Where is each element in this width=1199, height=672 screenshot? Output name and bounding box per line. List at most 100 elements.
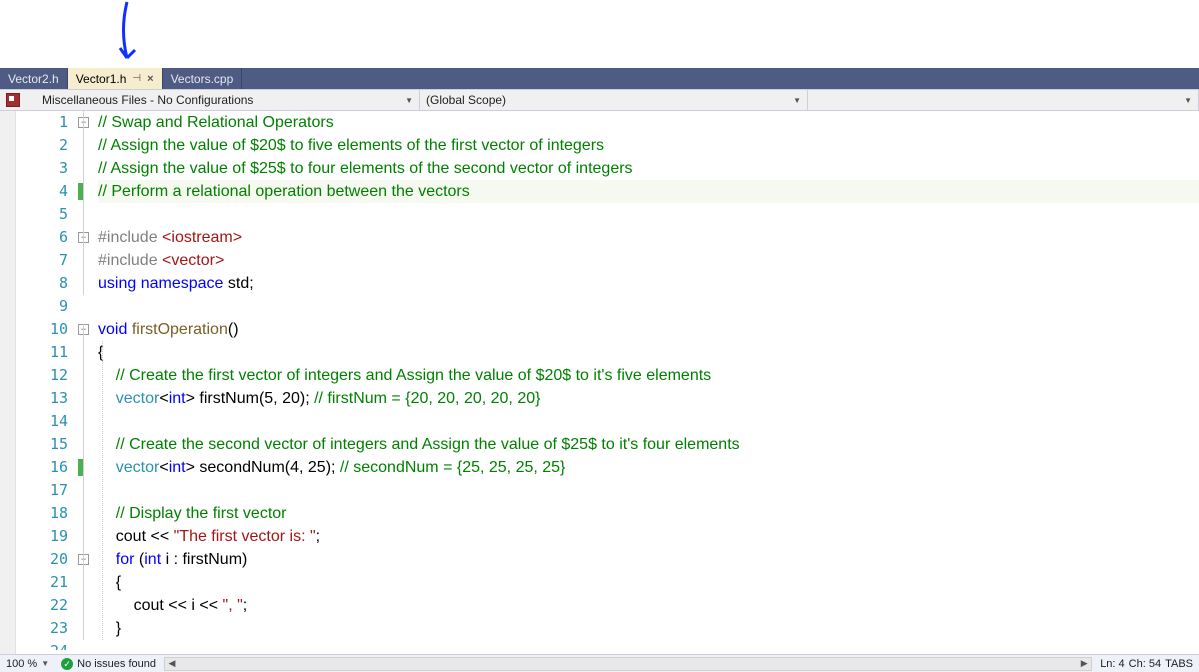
issues-status[interactable]: ✓ No issues found [55, 658, 162, 670]
code-line[interactable]: cout << "The first vector is: "; [98, 525, 1199, 548]
horizontal-scrollbar[interactable]: ◀ ▶ [164, 657, 1092, 671]
tab-Vectors-cpp[interactable]: Vectors.cpp [163, 68, 243, 89]
code-token: // Swap and Relational Operators [98, 114, 334, 131]
line-number: 21 [16, 571, 68, 594]
annotation-arrow [105, 0, 145, 68]
code-line[interactable]: // Swap and Relational Operators [98, 111, 1199, 134]
line-number: 23 [16, 617, 68, 640]
code-line[interactable]: { [98, 341, 1199, 364]
code-line[interactable]: vector<int> secondNum(4, 25); // secondN… [98, 456, 1199, 479]
line-number: 1 [16, 111, 68, 134]
code-token: <vector> [162, 252, 224, 269]
code-token: namespace [141, 275, 224, 292]
tab-label: Vector1.h [76, 72, 127, 86]
code-token: ", " [223, 597, 243, 614]
code-line[interactable]: // Display the first vector [98, 502, 1199, 525]
code-token: // Create the second vector of integers … [116, 436, 740, 453]
code-line[interactable] [98, 479, 1199, 502]
line-number: 15 [16, 433, 68, 456]
code-token: // secondNum = {25, 25, 25, 25} [340, 459, 566, 476]
scope-dropdown[interactable]: Miscellaneous Files - No Configurations … [0, 90, 420, 110]
code-token: () [228, 321, 239, 338]
code-line[interactable]: { [98, 571, 1199, 594]
project-icon [6, 93, 20, 107]
tab-Vector1-h[interactable]: Vector1.h ⊣ × [68, 68, 163, 89]
check-icon: ✓ [61, 658, 73, 670]
code-token: ; [316, 528, 320, 545]
code-line[interactable]: #include <vector> [98, 249, 1199, 272]
line-number: 7 [16, 249, 68, 272]
code-area[interactable]: // Swap and Relational Operators // Assig… [98, 111, 1199, 654]
code-line[interactable] [98, 295, 1199, 318]
code-token: cout << [116, 528, 174, 545]
member-dropdown[interactable]: ▼ [808, 90, 1199, 110]
code-line[interactable]: // Create the second vector of integers … [98, 433, 1199, 456]
code-token: int [144, 551, 161, 568]
code-token: int [169, 459, 186, 476]
code-line[interactable]: void firstOperation() [98, 318, 1199, 341]
status-bar: 100 % ▼ ✓ No issues found ◀ ▶ Ln: 4 Ch: … [0, 654, 1199, 672]
line-number: 4 [16, 180, 68, 203]
code-line[interactable]: #include <iostream> [98, 226, 1199, 249]
line-number: 3 [16, 157, 68, 180]
indent-guide [102, 341, 103, 640]
nav-bar: Miscellaneous Files - No Configurations … [0, 89, 1199, 111]
code-line[interactable] [98, 203, 1199, 226]
line-number: 20 [16, 548, 68, 571]
line-number: 6 [16, 226, 68, 249]
line-number: 10 [16, 318, 68, 341]
chevron-down-icon: ▼ [1184, 96, 1192, 105]
global-scope-label: (Global Scope) [426, 93, 506, 107]
code-line[interactable]: // Create the first vector of integers a… [98, 364, 1199, 387]
code-token: < [159, 390, 168, 407]
line-number: 22 [16, 594, 68, 617]
tab-Vector2-h[interactable]: Vector2.h [0, 68, 68, 89]
tab-label: Vectors.cpp [171, 72, 234, 86]
indicator-margin [0, 111, 16, 654]
pin-icon[interactable]: ⊣ [132, 73, 141, 84]
global-scope-dropdown[interactable]: (Global Scope) ▼ [420, 90, 808, 110]
editor: 123456789101112131415161718192021222324 … [0, 111, 1199, 654]
change-marker [78, 183, 83, 200]
close-icon[interactable]: × [147, 73, 153, 85]
outline-line [83, 111, 84, 295]
code-line[interactable]: vector<int> firstNum(5, 20); // firstNum… [98, 387, 1199, 410]
code-token: > secondNum(4, 25); [186, 459, 340, 476]
code-token: < [159, 459, 168, 476]
line-number: 12 [16, 364, 68, 387]
zoom-level[interactable]: 100 % ▼ [0, 658, 55, 670]
scope-label: Miscellaneous Files - No Configurations [42, 93, 253, 107]
code-line[interactable]: // Perform a relational operation betwee… [98, 180, 1199, 203]
code-token: firstOperation [132, 321, 228, 338]
code-token: // Assign the value of $25$ to four elem… [98, 160, 633, 177]
code-line[interactable]: cout << i << ", "; [98, 594, 1199, 617]
line-number: 5 [16, 203, 68, 226]
code-token: vector [116, 390, 160, 407]
code-line[interactable]: } [98, 617, 1199, 640]
indent-mode[interactable]: TABS [1165, 658, 1193, 670]
code-line[interactable] [98, 410, 1199, 433]
code-line[interactable]: // Assign the value of $25$ to four elem… [98, 157, 1199, 180]
code-token: std; [223, 275, 253, 292]
scroll-left-icon[interactable]: ◀ [165, 658, 179, 670]
code-token: // Assign the value of $20$ to five elem… [98, 137, 604, 154]
line-number: 11 [16, 341, 68, 364]
code-token: cout << i << [134, 597, 223, 614]
code-line[interactable]: using namespace std; [98, 272, 1199, 295]
code-token: // firstNum = {20, 20, 20, 20, 20} [314, 390, 540, 407]
code-token: ( [134, 551, 144, 568]
line-number: 17 [16, 479, 68, 502]
code-token: for [116, 551, 135, 568]
code-token: int [169, 390, 186, 407]
change-marker [78, 459, 83, 476]
code-token: // Create the first vector of integers a… [116, 367, 711, 384]
code-token: <iostream> [162, 229, 242, 246]
line-number: 2 [16, 134, 68, 157]
scroll-right-icon[interactable]: ▶ [1077, 658, 1091, 670]
chevron-down-icon: ▼ [793, 96, 801, 105]
code-line[interactable]: for (int i : firstNum) [98, 548, 1199, 571]
code-token: using [98, 275, 136, 292]
code-token: ; [243, 597, 247, 614]
code-line[interactable]: // Assign the value of $20$ to five elem… [98, 134, 1199, 157]
code-token: void [98, 321, 127, 338]
